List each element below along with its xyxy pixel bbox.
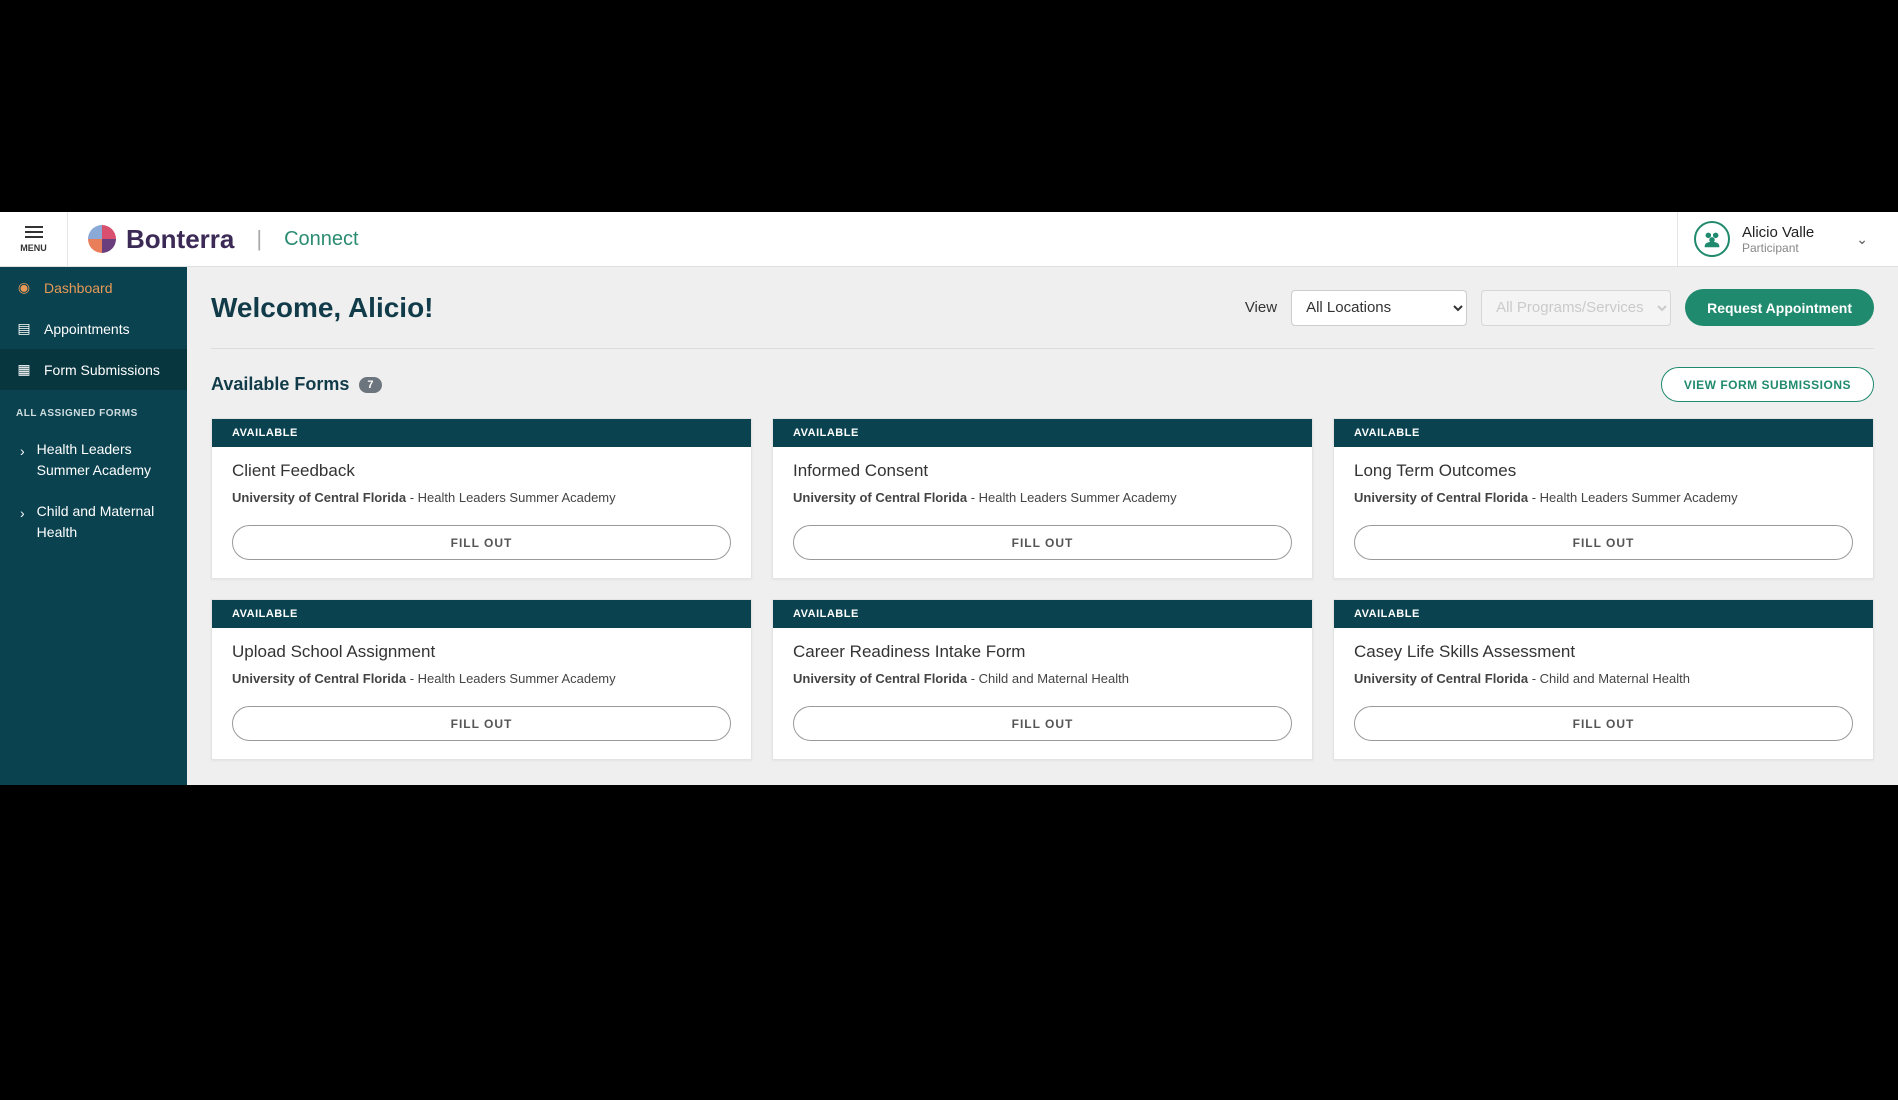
card-title: Upload School Assignment — [232, 642, 731, 662]
sidebar-label: Form Submissions — [44, 362, 160, 378]
main-header: Welcome, Alicio! View All Locations All … — [211, 289, 1874, 349]
body: ◉ Dashboard ▤ Appointments ▦ Form Submis… — [0, 267, 1898, 785]
sidebar-sub-health-leaders[interactable]: › Health Leaders Summer Academy — [0, 429, 187, 491]
user-menu-button[interactable]: Alicio Valle Participant ⌄ — [1677, 212, 1898, 266]
fill-out-button[interactable]: FILL OUT — [1354, 706, 1853, 741]
sidebar: ◉ Dashboard ▤ Appointments ▦ Form Submis… — [0, 267, 187, 785]
card-subtitle: University of Central Florida - Health L… — [232, 489, 731, 507]
status-badge: AVAILABLE — [1334, 600, 1873, 628]
programs-select: All Programs/Services — [1481, 290, 1671, 326]
user-text: Alicio Valle Participant — [1742, 224, 1814, 255]
sidebar-sub-label: Child and Maternal Health — [37, 501, 171, 543]
page-title: Welcome, Alicio! — [211, 292, 434, 324]
form-card: AVAILABLE Long Term Outcomes University … — [1333, 418, 1874, 579]
section-header: Available Forms 7 VIEW FORM SUBMISSIONS — [211, 367, 1874, 402]
view-form-submissions-button[interactable]: VIEW FORM SUBMISSIONS — [1661, 367, 1874, 402]
chevron-right-icon: › — [20, 503, 25, 524]
status-badge: AVAILABLE — [1334, 419, 1873, 447]
card-subtitle: University of Central Florida - Child an… — [1354, 670, 1853, 688]
request-appointment-button[interactable]: Request Appointment — [1685, 289, 1874, 326]
menu-toggle-button[interactable]: MENU — [0, 212, 68, 267]
form-card: AVAILABLE Upload School Assignment Unive… — [211, 599, 752, 760]
brand-separator: | — [256, 226, 262, 252]
card-title: Client Feedback — [232, 461, 731, 481]
status-badge: AVAILABLE — [773, 600, 1312, 628]
section-title: Available Forms — [211, 374, 349, 395]
hamburger-icon — [25, 226, 43, 238]
card-title: Career Readiness Intake Form — [793, 642, 1292, 662]
app-name: Connect — [284, 228, 359, 251]
status-badge: AVAILABLE — [212, 419, 751, 447]
card-title: Informed Consent — [793, 461, 1292, 481]
dashboard-icon: ◉ — [16, 279, 32, 296]
browser-chrome-placeholder — [0, 0, 1898, 212]
user-role: Participant — [1742, 241, 1814, 255]
card-title: Casey Life Skills Assessment — [1354, 642, 1853, 662]
menu-label: MENU — [20, 243, 47, 253]
brand-logo-icon — [88, 225, 116, 253]
user-name: Alicio Valle — [1742, 224, 1814, 241]
form-card: AVAILABLE Client Feedback University of … — [211, 418, 752, 579]
cards-grid: AVAILABLE Client Feedback University of … — [211, 418, 1874, 760]
form-icon: ▦ — [16, 361, 32, 378]
locations-select[interactable]: All Locations — [1291, 290, 1467, 326]
sidebar-item-form-submissions[interactable]: ▦ Form Submissions — [0, 349, 187, 390]
card-subtitle: University of Central Florida - Health L… — [1354, 489, 1853, 507]
fill-out-button[interactable]: FILL OUT — [1354, 525, 1853, 560]
status-badge: AVAILABLE — [773, 419, 1312, 447]
sidebar-label: Dashboard — [44, 280, 113, 296]
card-subtitle: University of Central Florida - Child an… — [793, 670, 1292, 688]
sidebar-item-dashboard[interactable]: ◉ Dashboard — [0, 267, 187, 308]
brand-name: Bonterra — [126, 224, 234, 255]
main-content: Welcome, Alicio! View All Locations All … — [187, 267, 1898, 785]
card-title: Long Term Outcomes — [1354, 461, 1853, 481]
calendar-icon: ▤ — [16, 320, 32, 337]
topbar: MENU Bonterra | Connect Alicio Valle Par… — [0, 212, 1898, 267]
fill-out-button[interactable]: FILL OUT — [232, 706, 731, 741]
avatar-icon — [1694, 221, 1730, 257]
view-label: View — [1245, 299, 1277, 316]
fill-out-button[interactable]: FILL OUT — [793, 706, 1292, 741]
status-badge: AVAILABLE — [212, 600, 751, 628]
app-container: MENU Bonterra | Connect Alicio Valle Par… — [0, 212, 1898, 785]
sidebar-item-appointments[interactable]: ▤ Appointments — [0, 308, 187, 349]
sidebar-section-label: ALL ASSIGNED FORMS — [0, 390, 187, 429]
form-card: AVAILABLE Casey Life Skills Assessment U… — [1333, 599, 1874, 760]
fill-out-button[interactable]: FILL OUT — [793, 525, 1292, 560]
form-card: AVAILABLE Informed Consent University of… — [772, 418, 1313, 579]
form-card: AVAILABLE Career Readiness Intake Form U… — [772, 599, 1313, 760]
sidebar-sub-child-maternal[interactable]: › Child and Maternal Health — [0, 491, 187, 553]
card-subtitle: University of Central Florida - Health L… — [793, 489, 1292, 507]
card-subtitle: University of Central Florida - Health L… — [232, 670, 731, 688]
sidebar-label: Appointments — [44, 321, 130, 337]
brand-area: Bonterra | Connect — [68, 224, 359, 255]
chevron-down-icon: ⌄ — [1856, 231, 1868, 248]
sidebar-sub-label: Health Leaders Summer Academy — [37, 439, 171, 481]
bottom-placeholder — [0, 785, 1898, 1100]
chevron-right-icon: › — [20, 441, 25, 462]
forms-count-badge: 7 — [359, 377, 381, 393]
fill-out-button[interactable]: FILL OUT — [232, 525, 731, 560]
